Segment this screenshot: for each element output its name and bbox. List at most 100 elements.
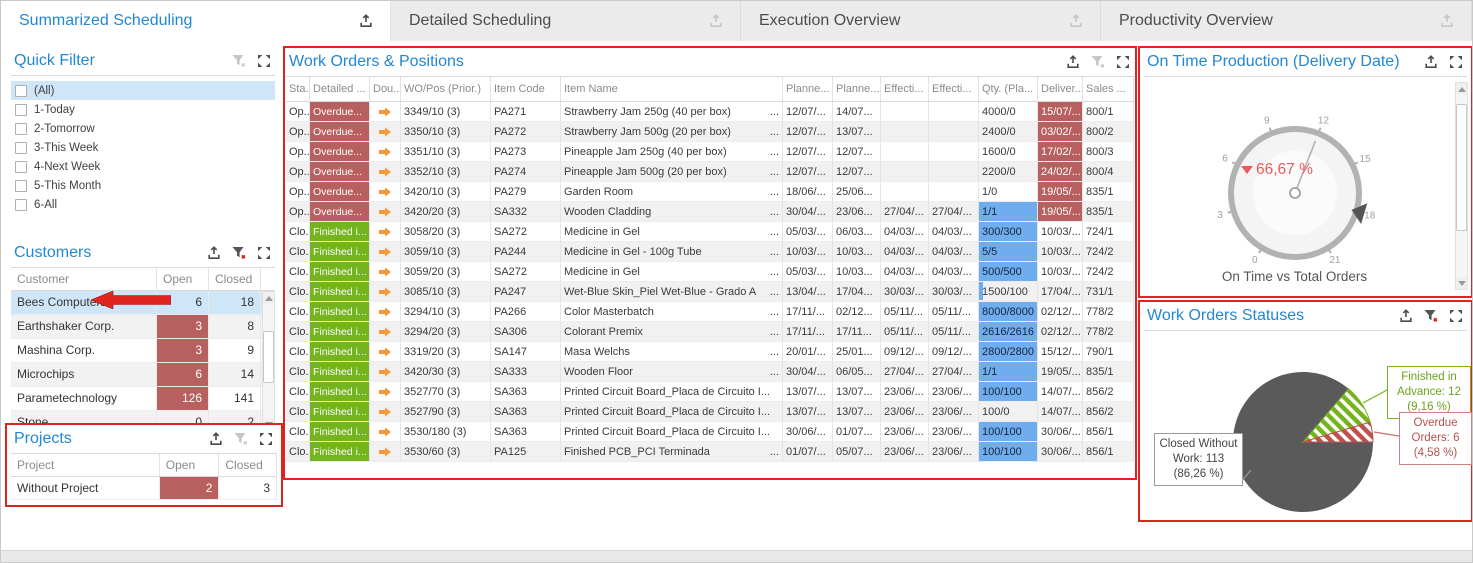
- column-header-closed[interactable]: Closed: [219, 454, 277, 476]
- arrow-right-icon[interactable]: [377, 404, 393, 420]
- column-header[interactable]: Item Name: [561, 77, 783, 101]
- work-order-row[interactable]: Clo...Finished i...3527/90 (3)SA363Print…: [286, 402, 1134, 422]
- checkbox[interactable]: [15, 142, 27, 154]
- scroll-thumb[interactable]: [263, 331, 274, 383]
- arrow-right-icon[interactable]: [377, 444, 393, 460]
- checkbox[interactable]: [15, 123, 27, 135]
- arrow-right-icon[interactable]: [377, 104, 393, 120]
- column-header[interactable]: Sta...: [286, 77, 310, 101]
- quick-filter-item[interactable]: (All): [11, 81, 275, 100]
- expand-icon[interactable]: [256, 53, 272, 69]
- column-header[interactable]: Effecti...: [929, 77, 979, 101]
- column-header-open[interactable]: Open: [157, 268, 209, 290]
- gauge-scrollbar[interactable]: [1455, 82, 1468, 290]
- arrow-right-icon[interactable]: [377, 284, 393, 300]
- work-order-row[interactable]: Clo...Finished i...3420/30 (3)SA333Woode…: [286, 362, 1134, 382]
- export-icon[interactable]: [208, 431, 224, 447]
- work-order-row[interactable]: Clo...Finished i...3085/10 (3)PA247Wet-B…: [286, 282, 1134, 302]
- column-header[interactable]: Planne...: [783, 77, 833, 101]
- quick-filter-item[interactable]: 6-All: [11, 195, 275, 214]
- work-order-row[interactable]: Clo...Finished i...3059/10 (3)PA244Medic…: [286, 242, 1134, 262]
- quick-filter-item[interactable]: 3-This Week: [11, 138, 275, 157]
- arrow-right-icon[interactable]: [377, 364, 393, 380]
- work-order-row[interactable]: Op...Overdue...3420/10 (3)PA279Garden Ro…: [286, 182, 1134, 202]
- checkbox[interactable]: [15, 161, 27, 173]
- checkbox[interactable]: [15, 199, 27, 211]
- scroll-up-button[interactable]: [1456, 83, 1467, 95]
- expand-icon[interactable]: [258, 431, 274, 447]
- table-row[interactable]: Without Project23: [11, 477, 277, 500]
- export-icon[interactable]: [358, 13, 374, 29]
- table-row[interactable]: Parametechnology126141: [11, 387, 275, 411]
- arrow-right-icon[interactable]: [377, 344, 393, 360]
- work-order-row[interactable]: Op...Overdue...3351/10 (3)PA273Pineapple…: [286, 142, 1134, 162]
- arrow-right-icon[interactable]: [377, 204, 393, 220]
- column-header[interactable]: Planne...: [833, 77, 881, 101]
- expand-icon[interactable]: [1448, 54, 1464, 70]
- work-order-row[interactable]: Op...Overdue...3420/20 (3)SA332Wooden Cl…: [286, 202, 1134, 222]
- column-header[interactable]: Effecti...: [881, 77, 929, 101]
- tab-productivity-overview[interactable]: Productivity Overview: [1101, 1, 1472, 41]
- arrow-right-icon[interactable]: [377, 384, 393, 400]
- work-order-row[interactable]: Clo...Finished i...3294/20 (3)SA306Color…: [286, 322, 1134, 342]
- work-order-row[interactable]: Clo...Finished i...3319/20 (3)SA147Masa …: [286, 342, 1134, 362]
- arrow-right-icon[interactable]: [377, 304, 393, 320]
- export-icon[interactable]: [1423, 54, 1439, 70]
- tab-execution-overview[interactable]: Execution Overview: [741, 1, 1101, 41]
- column-header[interactable]: Sales ...: [1083, 77, 1134, 101]
- table-row[interactable]: Mashina Corp.39: [11, 339, 275, 363]
- checkbox[interactable]: [15, 180, 27, 192]
- export-icon[interactable]: [206, 245, 222, 261]
- column-header-closed[interactable]: Closed: [209, 268, 261, 290]
- table-row[interactable]: Microchips614: [11, 363, 275, 387]
- column-header-project[interactable]: Project: [11, 454, 160, 476]
- column-header-open[interactable]: Open: [160, 454, 220, 476]
- work-order-row[interactable]: Clo...Finished i...3059/20 (3)SA272Medic…: [286, 262, 1134, 282]
- work-order-row[interactable]: Clo...Finished i...3294/10 (3)PA266Color…: [286, 302, 1134, 322]
- column-header[interactable]: Qty. (Pla...: [979, 77, 1038, 101]
- arrow-right-icon[interactable]: [377, 264, 393, 280]
- arrow-right-icon[interactable]: [377, 124, 393, 140]
- column-header[interactable]: Detailed ...: [310, 77, 370, 101]
- work-order-row[interactable]: Clo...Finished i...3058/20 (3)SA272Medic…: [286, 222, 1134, 242]
- filter-active-icon[interactable]: [1423, 308, 1439, 324]
- tab-detailed-scheduling[interactable]: Detailed Scheduling: [391, 1, 741, 41]
- arrow-right-icon[interactable]: [377, 324, 393, 340]
- arrow-right-icon[interactable]: [377, 424, 393, 440]
- expand-icon[interactable]: [256, 245, 272, 261]
- customers-scrollbar[interactable]: [262, 291, 275, 431]
- checkbox[interactable]: [15, 104, 27, 116]
- column-header[interactable]: WO/Pos (Prior.): [401, 77, 491, 101]
- checkbox[interactable]: [15, 85, 27, 97]
- quick-filter-item[interactable]: 5-This Month: [11, 176, 275, 195]
- export-icon[interactable]: [708, 13, 724, 29]
- expand-icon[interactable]: [1448, 308, 1464, 324]
- column-header-customer[interactable]: Customer: [11, 268, 157, 290]
- arrow-right-icon[interactable]: [377, 144, 393, 160]
- arrow-right-icon[interactable]: [377, 244, 393, 260]
- export-icon[interactable]: [1439, 13, 1455, 29]
- tab-summarized-scheduling[interactable]: Summarized Scheduling: [1, 1, 391, 41]
- work-order-row[interactable]: Op...Overdue...3352/10 (3)PA274Pineapple…: [286, 162, 1134, 182]
- filter-active-icon[interactable]: [231, 245, 247, 261]
- export-icon[interactable]: [1398, 308, 1414, 324]
- arrow-right-icon[interactable]: [377, 224, 393, 240]
- filter-clear-icon[interactable]: [231, 53, 247, 69]
- filter-clear-icon[interactable]: [1090, 54, 1106, 70]
- arrow-right-icon[interactable]: [377, 164, 393, 180]
- table-row[interactable]: Earthshaker Corp.38: [11, 315, 275, 339]
- column-header[interactable]: Dou...: [370, 77, 401, 101]
- scroll-down-button[interactable]: [1456, 277, 1467, 289]
- quick-filter-item[interactable]: 1-Today: [11, 100, 275, 119]
- quick-filter-item[interactable]: 2-Tomorrow: [11, 119, 275, 138]
- work-order-row[interactable]: Clo...Finished i...3530/180 (3)SA363Prin…: [286, 422, 1134, 442]
- column-header[interactable]: Item Code: [491, 77, 561, 101]
- column-header[interactable]: Deliver...: [1038, 77, 1083, 101]
- arrow-right-icon[interactable]: [377, 184, 393, 200]
- work-order-row[interactable]: Op...Overdue...3349/10 (3)PA271Strawberr…: [286, 102, 1134, 122]
- scroll-thumb[interactable]: [1456, 104, 1467, 232]
- export-icon[interactable]: [1068, 13, 1084, 29]
- filter-clear-icon[interactable]: [233, 431, 249, 447]
- scroll-up-button[interactable]: [263, 292, 274, 304]
- work-order-row[interactable]: Op...Overdue...3350/10 (3)PA272Strawberr…: [286, 122, 1134, 142]
